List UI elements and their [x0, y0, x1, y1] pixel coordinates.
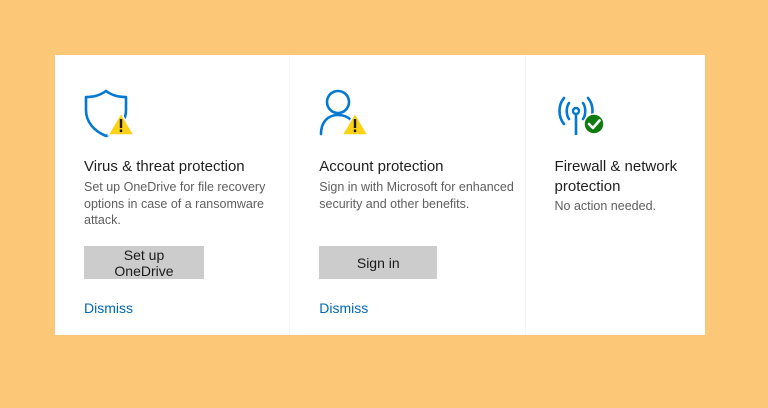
- security-recommendations-panel: Virus & threat protection Set up OneDriv…: [55, 55, 705, 335]
- network-ok-icon: [555, 88, 609, 138]
- card-firewall-network-protection: Firewall & network protection No action …: [526, 55, 705, 335]
- card-description: Sign in with Microsoft for enhanced secu…: [319, 180, 514, 211]
- card-title: Account protection: [319, 158, 444, 175]
- person-warning-icon: [319, 88, 373, 138]
- sign-in-button[interactable]: Sign in: [319, 246, 438, 279]
- card-account-protection: Account protection Sign in with Microsof…: [290, 55, 524, 335]
- dismiss-link[interactable]: Dismiss: [84, 300, 133, 316]
- card-title: Firewall & network protection: [554, 158, 678, 195]
- card-virus-threat-protection: Virus & threat protection Set up OneDriv…: [55, 55, 289, 335]
- dismiss-link[interactable]: Dismiss: [319, 300, 368, 316]
- shield-warning-icon: [84, 88, 138, 138]
- card-title: Virus & threat protection: [84, 158, 245, 175]
- card-description: Set up OneDrive for file recovery option…: [84, 180, 266, 227]
- setup-onedrive-button[interactable]: Set up OneDrive: [84, 246, 204, 279]
- card-description: No action needed.: [554, 199, 656, 213]
